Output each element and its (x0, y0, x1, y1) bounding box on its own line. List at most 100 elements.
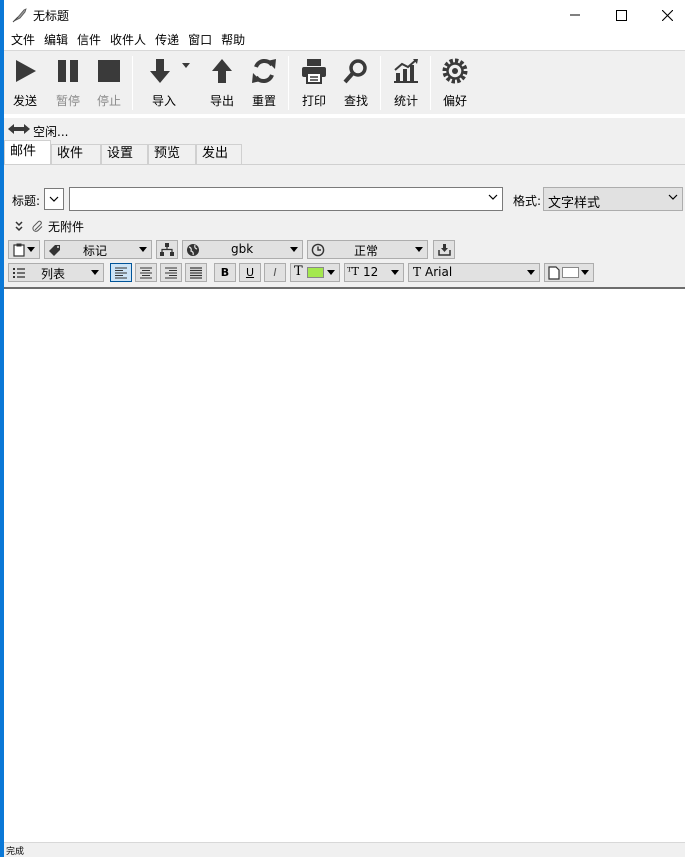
chevron-down-icon (668, 194, 678, 200)
tab-strip: 邮件 收件人 设置 预览 发出 (4, 140, 685, 179)
charset-dropdown-value: gbk (231, 242, 254, 256)
align-justify-icon (190, 266, 202, 279)
close-button[interactable] (644, 0, 685, 30)
status-bar-text: 完成 (6, 847, 25, 857)
text-color-dropdown[interactable]: T (290, 263, 340, 282)
bold-button[interactable]: B (214, 263, 236, 282)
window-title: 无标题 (33, 9, 70, 23)
print-button[interactable]: 打印 (299, 55, 329, 111)
message-editor[interactable] (4, 287, 685, 842)
subject-combobox[interactable] (69, 187, 503, 211)
format-label: 格式: (513, 194, 542, 208)
main-toolbar: 发送 暂停 停止 导入 导出 重置 打印 查找 统计 偏好 (4, 50, 685, 114)
font-icon: T (413, 265, 422, 279)
font-size-value: 12 (363, 265, 379, 279)
stop-icon (98, 60, 120, 82)
stats-button[interactable]: 统计 (391, 55, 421, 111)
refresh-icon (252, 59, 276, 83)
minimize-button[interactable] (552, 0, 598, 30)
tag-icon (49, 245, 60, 256)
export-button[interactable]: 导出 (207, 55, 237, 111)
toolbar-separator (132, 56, 133, 110)
download-save-button[interactable] (433, 240, 455, 259)
preferences-button[interactable]: 偏好 (440, 55, 470, 111)
background-color-swatch (562, 267, 579, 278)
title-bar: 无标题 (4, 0, 685, 30)
download-tray-icon (437, 244, 451, 256)
status-line: 空闲... (4, 118, 685, 142)
list-icon (13, 268, 25, 278)
paperclip-icon (32, 220, 43, 232)
bar-chart-icon (394, 59, 418, 83)
tab-outbox[interactable]: 发出 (196, 144, 242, 164)
globe-icon (187, 244, 199, 256)
toolbar-separator (380, 56, 381, 110)
reset-button[interactable]: 重置 (249, 55, 279, 111)
attachments-status: 无附件 (48, 219, 85, 234)
double-chevron-down-icon (15, 221, 23, 232)
font-name-dropdown[interactable]: T Arial (408, 263, 540, 282)
chevron-down-icon (49, 196, 59, 202)
mark-dropdown-value: 标记 (83, 244, 108, 258)
clock-icon (311, 243, 325, 257)
list-dropdown[interactable]: 列表 (8, 263, 104, 282)
attachments-row[interactable]: 无附件 (14, 218, 84, 234)
underline-button[interactable]: U (239, 263, 261, 282)
arrow-up-icon (212, 59, 232, 83)
subject-history-dropdown[interactable] (44, 188, 64, 210)
align-justify-button[interactable] (185, 263, 207, 282)
tab-recipients[interactable]: 收件人 (51, 144, 101, 179)
clipboard-icon (13, 243, 25, 257)
menu-recipients[interactable]: 收件人 (106, 30, 150, 50)
close-icon (661, 9, 673, 21)
clipboard-dropdown[interactable] (8, 240, 40, 259)
hierarchy-button[interactable] (156, 240, 178, 259)
menu-bar: 文件 编辑 信件 收件人 传递 窗口 帮助 (4, 30, 685, 50)
align-right-button[interactable] (160, 263, 182, 282)
stop-button[interactable]: 停止 (94, 55, 124, 111)
main-window: 无标题 文件 编辑 信件 收件人 传递 窗口 帮助 发送 暂停 停止 导入 导出… (4, 0, 685, 857)
align-left-icon (115, 267, 127, 278)
text-color-icon: T (294, 264, 303, 279)
status-bar: 完成 (4, 842, 685, 857)
font-name-value: Arial (425, 265, 453, 279)
send-button[interactable]: 发送 (10, 55, 40, 111)
format-select[interactable]: 文字样式 (543, 187, 683, 211)
format-select-value: 文字样式 (548, 196, 601, 211)
magnifier-icon (343, 59, 367, 84)
charset-dropdown[interactable]: gbk (182, 240, 303, 259)
tab-settings[interactable]: 设置 (101, 144, 148, 164)
menu-help[interactable]: 帮助 (217, 30, 249, 50)
import-button[interactable]: 导入 (148, 55, 192, 111)
align-right-icon (165, 267, 177, 278)
compose-panel: 标题: 格式: 文字样式 无附件 标记 gbk 正常 列表 B U I T ᵀT… (4, 164, 685, 288)
connection-arrows-icon (8, 124, 30, 134)
tab-message[interactable]: 邮件 (4, 140, 51, 164)
app-feather-icon (12, 8, 27, 23)
menu-file[interactable]: 文件 (7, 30, 39, 50)
find-button[interactable]: 查找 (341, 55, 371, 111)
mark-dropdown[interactable]: 标记 (44, 240, 152, 259)
menu-edit[interactable]: 编辑 (40, 30, 72, 50)
tab-preview[interactable]: 预览 (148, 144, 196, 164)
background-color-dropdown[interactable] (544, 263, 594, 282)
align-left-button[interactable] (110, 263, 132, 282)
maximize-button[interactable] (598, 0, 644, 30)
sitemap-icon (160, 243, 174, 256)
menu-message[interactable]: 信件 (73, 30, 105, 50)
subject-label: 标题: (12, 194, 41, 208)
toolbar-separator (288, 56, 289, 110)
subject-input[interactable] (74, 190, 474, 208)
menu-window[interactable]: 窗口 (184, 30, 216, 50)
play-icon (16, 60, 36, 82)
toolbar-separator (430, 56, 431, 110)
align-center-button[interactable] (135, 263, 157, 282)
italic-button[interactable]: I (264, 263, 286, 282)
menu-delivery[interactable]: 传递 (151, 30, 183, 50)
priority-dropdown[interactable]: 正常 (307, 240, 428, 259)
arrow-down-dropdown-icon (150, 59, 190, 83)
page-icon (548, 266, 560, 280)
align-center-icon (140, 267, 152, 278)
font-size-dropdown[interactable]: ᵀT 12 (344, 263, 404, 282)
pause-button[interactable]: 暂停 (53, 55, 83, 111)
